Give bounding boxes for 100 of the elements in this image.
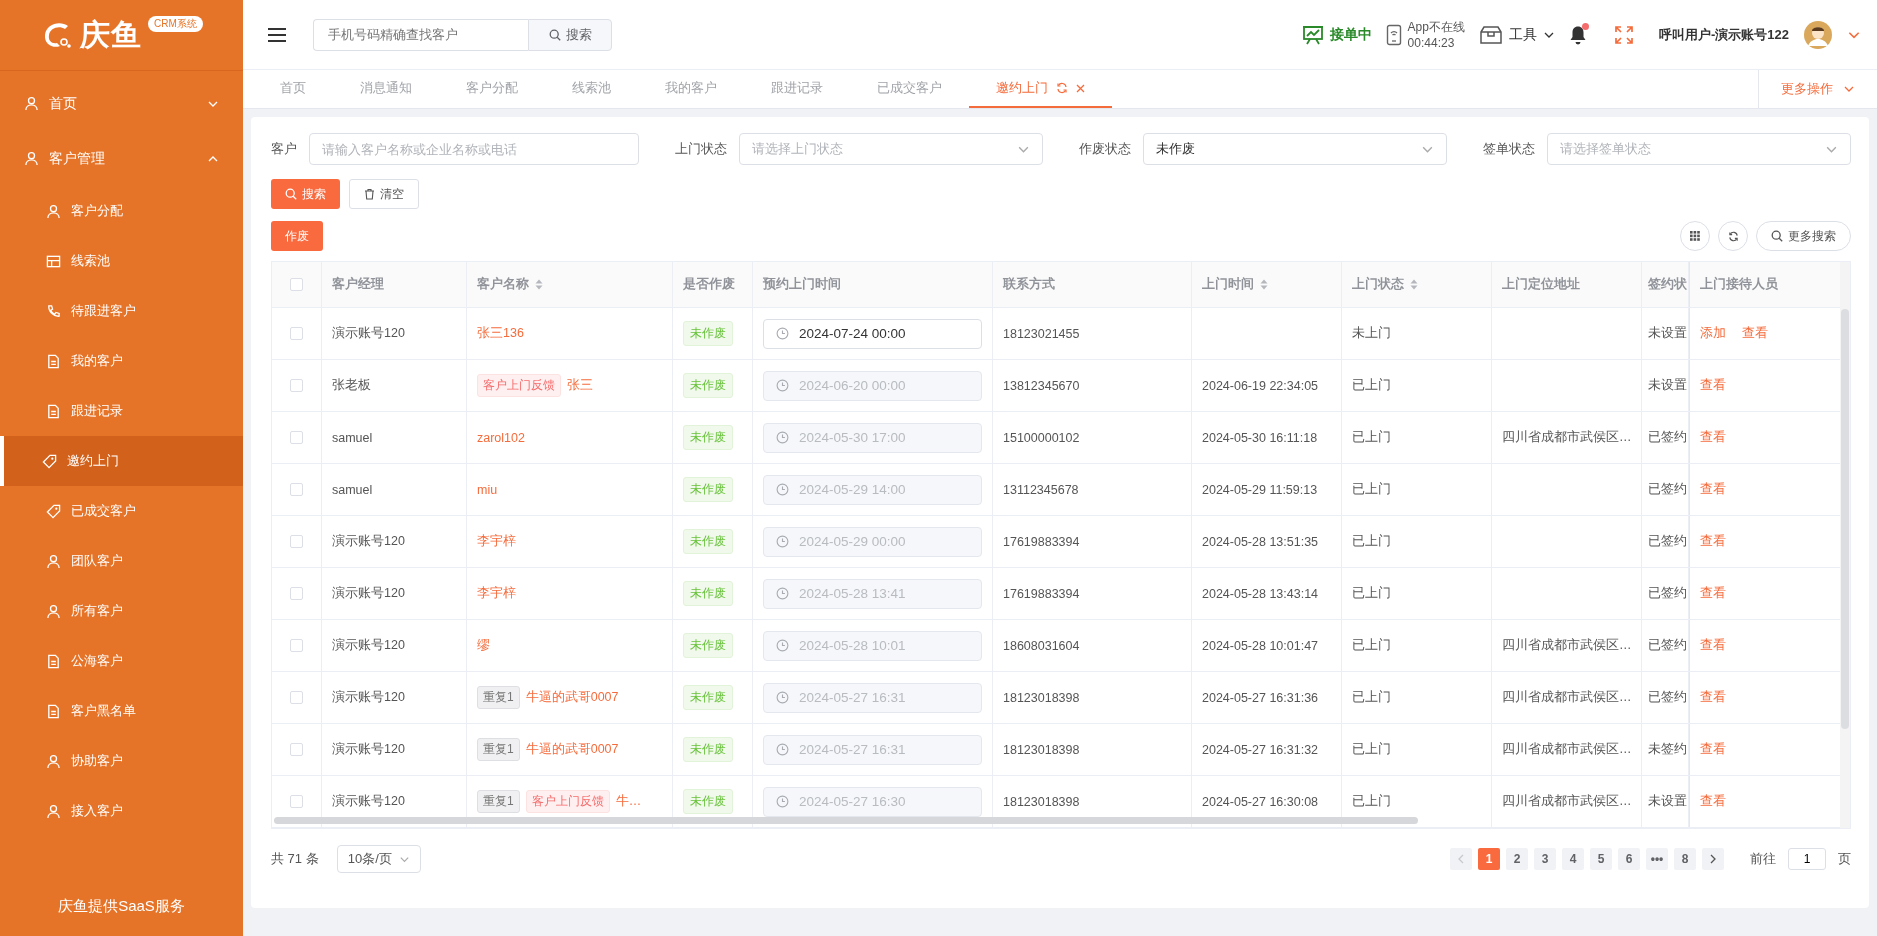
action-link[interactable]: 查看 [1700,481,1726,498]
sidebar-item[interactable]: 团队客户 [0,536,243,586]
action-link[interactable]: 查看 [1700,741,1726,758]
sidebar-item[interactable]: 待跟进客户 [0,286,243,336]
customer-name[interactable]: 牛逼的武哥0007 [525,741,619,758]
checkbox[interactable] [290,327,303,340]
avatar-icon[interactable] [1803,19,1833,50]
scrollbar[interactable] [274,817,1418,824]
tab[interactable]: 客户分配 [439,70,545,108]
customer-name[interactable]: 缪 [477,637,490,654]
action-link[interactable]: 查看 [1700,377,1726,394]
sidebar-item[interactable]: 客户分配 [0,186,243,236]
tab[interactable]: 邀约上门 [969,70,1112,108]
action-link[interactable]: 查看 [1700,533,1726,550]
action-link[interactable]: 查看 [1700,689,1726,706]
page-button[interactable]: 8 [1674,848,1696,870]
columns-button[interactable] [1680,221,1710,251]
tab[interactable]: 我的客户 [638,70,744,108]
customer-name[interactable]: miu [477,482,498,497]
search-field[interactable]: 手机号码精确查找客户 [313,18,528,51]
scrollbar[interactable] [1841,309,1849,729]
select-field[interactable]: 请选择上门状态 [739,133,1043,165]
sidebar-item[interactable]: 我的客户 [0,336,243,386]
sidebar-item[interactable]: 公海客户 [0,636,243,686]
sort-icon[interactable] [1260,279,1268,290]
action-link[interactable]: 查看 [1700,585,1726,602]
void-button[interactable]: 作废 [271,221,323,251]
table-cell: 已上门 [1352,793,1391,810]
sidebar-item[interactable]: 所有客户 [0,586,243,636]
previous-page-button[interactable] [1450,848,1472,870]
checkbox[interactable] [290,278,303,291]
page-button[interactable]: 3 [1534,848,1556,870]
sidebar-item[interactable]: 协助客户 [0,736,243,786]
column-header: 上门定位地址 [1502,276,1580,293]
page-number-field[interactable]: 1 [1788,848,1826,870]
tab[interactable]: 消息通知 [333,70,439,108]
action-link[interactable]: 查看 [1700,793,1726,810]
tab[interactable]: 首页 [253,70,333,108]
page-button[interactable]: 4 [1562,848,1584,870]
page-button[interactable]: ••• [1646,848,1668,870]
checkbox[interactable] [290,795,303,808]
close-icon[interactable] [1076,83,1085,93]
select-field[interactable]: 未作废 [1143,133,1447,165]
refresh-button[interactable] [1718,221,1748,251]
sidebar-item[interactable]: 已成交客户 [0,486,243,536]
checkbox[interactable] [290,639,303,652]
notification-bell[interactable] [1568,24,1587,45]
select-field[interactable]: 请选择签单状态 [1547,133,1851,165]
customer-name[interactable]: 李宇梓 [477,533,516,550]
action-link[interactable]: 添加 [1700,325,1726,342]
tab[interactable]: 线索池 [545,70,638,108]
search-button[interactable]: 搜索 [528,18,612,51]
tab[interactable]: 已成交客户 [850,70,969,108]
checkbox[interactable] [290,379,303,392]
checkbox[interactable] [290,431,303,444]
page-button[interactable]: 5 [1590,848,1612,870]
sort-icon[interactable] [535,279,543,290]
action-link[interactable]: 查看 [1700,429,1726,446]
customer-name[interactable]: 牛逼的武哥0007 [525,689,619,706]
more-actions-menu[interactable]: 更多操作 [1758,70,1877,108]
date-time-field[interactable]: 2024-07-24 00:00 [763,318,982,349]
table-cell: 已签约 [1648,585,1687,602]
sidebar-item[interactable]: 跟进记录 [0,386,243,436]
checkbox[interactable] [290,691,303,704]
action-link[interactable]: 查看 [1700,637,1726,654]
next-page-button[interactable] [1702,848,1724,870]
customer-name[interactable]: 牛… [615,793,642,810]
clear-button[interactable]: 清空 [349,179,419,209]
fullscreen-icon[interactable] [1614,25,1633,44]
page-button[interactable]: 2 [1506,848,1528,870]
sidebar-item[interactable]: 邀约上门 [0,436,243,486]
customer-name[interactable]: 张三136 [477,325,524,342]
search-button[interactable]: 搜索 [271,179,340,209]
page-size-select[interactable]: 10条/页 [336,845,421,873]
customer-field[interactable]: 请输入客户名称或企业名称或电话 [309,133,639,165]
checkbox[interactable] [290,535,303,548]
sidebar-item[interactable]: 客户管理 [0,131,243,186]
sidebar-item[interactable]: 线索池 [0,236,243,286]
customer-name[interactable]: zarol102 [477,430,525,445]
order-status[interactable]: 接单中 [1301,23,1372,46]
table-icon [46,253,61,269]
table-cell: 演示账号120 [332,325,405,342]
sidebar-item[interactable]: 首页 [0,76,243,131]
sidebar-item[interactable]: 客户黑名单 [0,686,243,736]
tab[interactable]: 跟进记录 [744,70,850,108]
sort-icon[interactable] [1410,279,1418,290]
customer-name[interactable]: 李宇梓 [477,585,516,602]
sidebar-item[interactable]: 接入客户 [0,786,243,836]
action-link[interactable]: 查看 [1742,325,1768,342]
more-search-button[interactable]: 更多搜索 [1756,221,1851,251]
page-button[interactable]: 6 [1618,848,1640,870]
checkbox[interactable] [290,483,303,496]
user-name[interactable]: 呼叫用户-演示账号122 [1658,25,1789,44]
page-button[interactable]: 1 [1478,848,1500,870]
checkbox[interactable] [290,587,303,600]
menu-icon[interactable] [267,26,287,43]
checkbox[interactable] [290,743,303,756]
customer-name[interactable]: 张三 [567,377,593,394]
tools-menu[interactable]: 工具 [1478,24,1555,45]
table-cell: 已上门 [1352,637,1391,654]
